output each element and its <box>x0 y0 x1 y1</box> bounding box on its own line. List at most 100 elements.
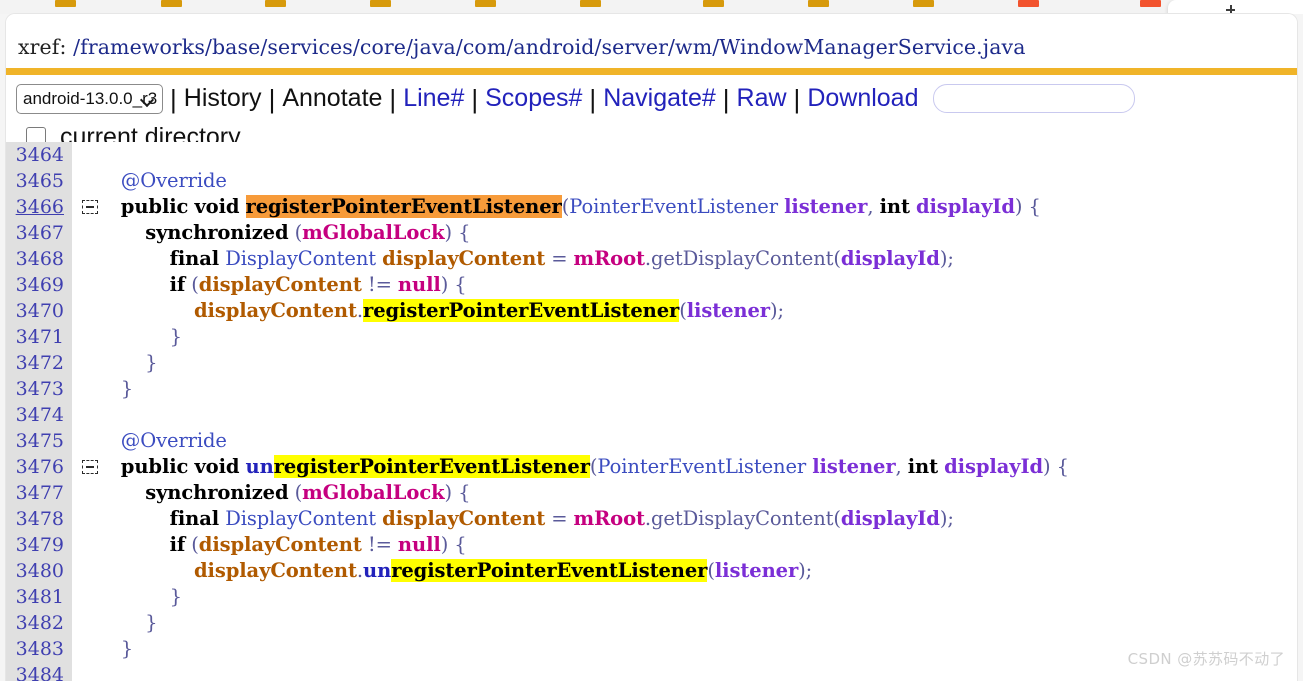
search-input[interactable] <box>932 84 1135 113</box>
code-text: @Override <box>120 169 227 192</box>
code-text: displayContent.unregisterPointerEventLis… <box>193 559 813 582</box>
toolbar-separator: | <box>793 83 801 114</box>
tab-favicon[interactable] <box>1018 0 1039 7</box>
toolbar-link-download[interactable]: Download <box>807 86 918 111</box>
code-text: } <box>72 585 182 608</box>
line-number[interactable]: 3465 <box>6 168 64 194</box>
tab-favicon[interactable] <box>161 0 182 7</box>
code-text: } <box>72 325 182 348</box>
code-line: 3464 <box>6 142 1297 168</box>
code-line: 3471 } <box>6 324 1297 350</box>
line-number[interactable]: 3468 <box>6 246 64 272</box>
line-number[interactable]: 3474 <box>6 402 64 428</box>
watermark: CSDN @苏苏码不动了 <box>1127 650 1285 668</box>
code-line: 3482 } <box>6 610 1297 636</box>
toolbar-link-scopes[interactable]: Scopes# <box>485 86 582 111</box>
tab-favicon[interactable] <box>370 0 391 7</box>
line-number[interactable]: 3479 <box>6 532 64 558</box>
code-line: 3468 final DisplayContent displayContent… <box>6 246 1297 272</box>
code-text: final DisplayContent displayContent = mR… <box>169 507 954 530</box>
line-number[interactable]: 3480 <box>6 558 64 584</box>
code-line: 3475 @Override <box>6 428 1297 454</box>
line-number[interactable]: 3477 <box>6 480 64 506</box>
code-line: 3479 if (displayContent != null) { <box>6 532 1297 558</box>
line-number[interactable]: 3482 <box>6 610 64 636</box>
code-line: 3472 } <box>6 350 1297 376</box>
line-number[interactable]: 3471 <box>6 324 64 350</box>
xref-label: xref: <box>18 35 67 59</box>
code-line: 3476 public void unregisterPointerEventL… <box>6 454 1297 480</box>
code-text: } <box>72 637 134 660</box>
code-text: public void registerPointerEventListener… <box>120 195 1041 218</box>
code-viewer[interactable]: 3464 3465 @Override 3466 public void regis… <box>6 142 1297 681</box>
code-line: 3477 synchronized (mGlobalLock) { <box>6 480 1297 506</box>
toolbar-separator: | <box>722 83 730 114</box>
line-number[interactable]: 3469 <box>6 272 64 298</box>
toolbar-link-navigate[interactable]: Navigate# <box>603 86 716 111</box>
tab-favicon[interactable] <box>808 0 829 7</box>
toolbar: android-13.0.0_r3 | History | Annotate |… <box>6 75 1297 122</box>
line-number[interactable]: 3470 <box>6 298 64 324</box>
toolbar-separator: | <box>170 83 177 114</box>
page-root: xref: /frameworks/base/services/core/jav… <box>0 0 1303 681</box>
code-line: 3465 @Override <box>6 168 1297 194</box>
breadcrumb[interactable]: xref: /frameworks/base/services/core/jav… <box>18 35 1026 59</box>
code-text: displayContent.registerPointerEventListe… <box>193 299 784 322</box>
line-number[interactable]: 3478 <box>6 506 64 532</box>
code-text: } <box>72 611 158 634</box>
code-text: public void unregisterPointerEventListen… <box>120 455 1069 478</box>
line-number[interactable]: 3472 <box>6 350 64 376</box>
tab-favicon[interactable] <box>55 0 76 7</box>
code-text: @Override <box>120 429 227 452</box>
line-number[interactable]: 3467 <box>6 220 64 246</box>
code-text: synchronized (mGlobalLock) { <box>145 221 471 244</box>
code-line: 3469 if (displayContent != null) { <box>6 272 1297 298</box>
code-text: if (displayContent != null) { <box>169 273 467 296</box>
tab-favicon[interactable] <box>475 0 496 7</box>
toolbar-link-line[interactable]: Line# <box>403 86 464 111</box>
tab-favicon[interactable] <box>913 0 934 7</box>
code-rows: 3464 3465 @Override 3466 public void regis… <box>6 142 1297 681</box>
code-line: 3481 } <box>6 584 1297 610</box>
line-number[interactable]: 3473 <box>6 376 64 402</box>
line-number[interactable]: 3476 <box>6 454 64 480</box>
line-number[interactable]: 3484 <box>6 662 64 681</box>
line-number[interactable]: 3466 <box>6 194 64 220</box>
code-line: 3480 displayContent.unregisterPointerEve… <box>6 558 1297 584</box>
code-text: } <box>72 351 158 374</box>
tab-favicon[interactable] <box>703 0 724 7</box>
page-card: xref: /frameworks/base/services/core/jav… <box>6 14 1297 681</box>
code-line: 3467 synchronized (mGlobalLock) { <box>6 220 1297 246</box>
version-select-wrapper[interactable]: android-13.0.0_r3 <box>6 83 163 114</box>
toolbar-link-annotate[interactable]: Annotate <box>282 86 382 111</box>
new-tab-button[interactable] <box>1168 0 1303 14</box>
code-text: } <box>72 377 134 400</box>
line-number[interactable]: 3483 <box>6 636 64 662</box>
line-number[interactable]: 3464 <box>6 142 64 168</box>
xref-path[interactable]: /frameworks/base/services/core/java/com/… <box>73 35 1025 59</box>
browser-tab-strip[interactable] <box>0 0 1303 14</box>
toolbar-separator: | <box>589 83 597 114</box>
code-text: synchronized (mGlobalLock) { <box>145 481 471 504</box>
toolbar-separator: | <box>389 83 397 114</box>
line-number[interactable]: 3475 <box>6 428 64 454</box>
version-select[interactable]: android-13.0.0_r3 <box>16 83 163 114</box>
code-line: 3466 public void registerPointerEventLis… <box>6 194 1297 220</box>
toolbar-separator: | <box>471 83 479 114</box>
code-line: 3474 <box>6 402 1297 428</box>
tab-favicon[interactable] <box>1140 0 1161 7</box>
accent-divider <box>6 68 1297 75</box>
code-text: final DisplayContent displayContent = mR… <box>169 247 954 270</box>
code-line: 3484 <box>6 662 1297 681</box>
line-number[interactable]: 3481 <box>6 584 64 610</box>
tab-favicon[interactable] <box>265 0 286 7</box>
code-text: if (displayContent != null) { <box>169 533 467 556</box>
plus-icon-vertical <box>1230 5 1232 14</box>
toolbar-link-history[interactable]: History <box>184 86 262 111</box>
code-line: 3478 final DisplayContent displayContent… <box>6 506 1297 532</box>
toolbar-link-raw[interactable]: Raw <box>737 86 787 111</box>
code-line: 3470 displayContent.registerPointerEvent… <box>6 298 1297 324</box>
code-line: 3483 } <box>6 636 1297 662</box>
tab-favicon[interactable] <box>580 0 601 7</box>
code-line: 3473 } <box>6 376 1297 402</box>
